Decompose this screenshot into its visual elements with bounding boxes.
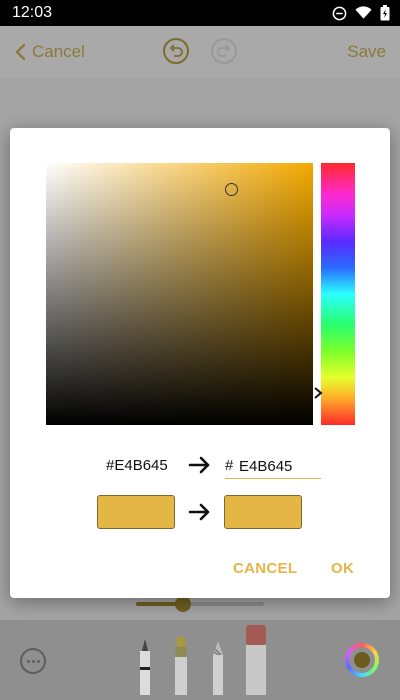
ok-button[interactable]: OK [331, 560, 354, 577]
old-color-hex: #E4B645 [106, 457, 168, 474]
arrow-right-icon [188, 455, 212, 475]
hue-slider[interactable] [321, 163, 355, 425]
undo-icon[interactable] [163, 38, 189, 64]
status-bar: 12:03 [0, 0, 400, 26]
hue-indicator-icon[interactable] [312, 386, 324, 400]
wifi-icon [355, 6, 372, 20]
old-color-swatch [97, 495, 175, 529]
app-bar: Cancel Save [0, 26, 400, 78]
hex-prefix: # [225, 457, 234, 474]
new-color-swatch [224, 495, 302, 529]
eraser-icon[interactable] [243, 625, 269, 700]
pen-icon[interactable] [137, 637, 153, 700]
status-time: 12:03 [12, 4, 53, 21]
highlighter-icon[interactable] [172, 635, 190, 700]
current-color-dot [354, 652, 370, 668]
color-wheel-icon[interactable] [345, 643, 379, 677]
pencil-icon[interactable] [209, 639, 227, 700]
arrow-right-icon [188, 502, 212, 522]
tool-bar [0, 620, 400, 700]
status-icons [332, 5, 390, 21]
battery-charging-icon [380, 5, 390, 21]
saturation-value-panel[interactable] [46, 163, 313, 425]
color-selector-cursor[interactable] [225, 183, 238, 196]
hex-input[interactable] [239, 455, 319, 477]
chevron-left-icon[interactable] [10, 40, 34, 64]
app-cancel-button[interactable]: Cancel [32, 42, 85, 62]
more-icon[interactable] [20, 648, 46, 674]
cancel-button[interactable]: CANCEL [233, 560, 297, 577]
do-not-disturb-icon [332, 6, 347, 21]
hex-input-field[interactable]: # [225, 453, 321, 479]
redo-icon[interactable] [211, 38, 237, 64]
color-picker-dialog: #E4B645 # CANCEL OK [10, 128, 390, 598]
app-save-button[interactable]: Save [347, 42, 386, 62]
